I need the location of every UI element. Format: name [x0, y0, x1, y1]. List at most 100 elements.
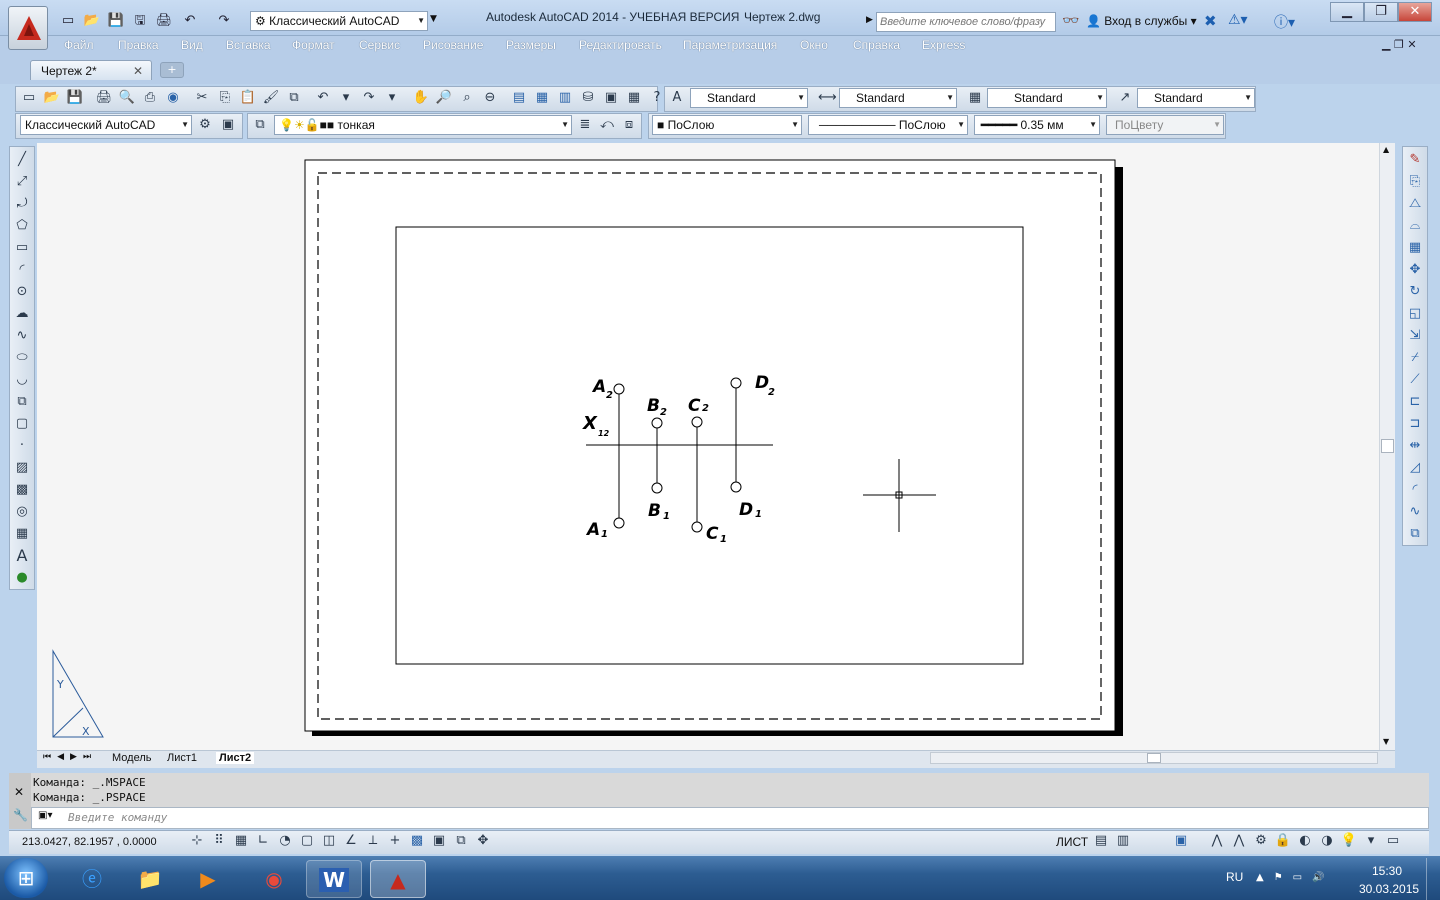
quick-properties-icon[interactable]: ⧉	[452, 832, 470, 850]
menu-help[interactable]: Справка	[853, 38, 900, 52]
minimize-button[interactable]: ▁	[1330, 2, 1364, 22]
offset-icon[interactable]: ⌓	[1406, 217, 1424, 235]
scroll-down-icon[interactable]: ▼	[1383, 737, 1389, 746]
chrome-icon[interactable]: ◉	[246, 860, 302, 898]
quick-view-drawings-icon[interactable]: ▥	[1114, 832, 1132, 850]
ie-icon[interactable]: ⓔ	[64, 860, 120, 898]
tray-icons[interactable]: ▲⚑▭🔊	[1256, 872, 1335, 883]
menu-view[interactable]: Вид	[181, 38, 203, 52]
zoom-realtime-icon[interactable]: 🔎	[435, 89, 453, 107]
isolate-objects-icon[interactable]: ◑	[1318, 832, 1336, 850]
3d-object-snap-icon[interactable]: ◫	[320, 832, 338, 850]
object-snap-tracking-icon[interactable]: ∠	[342, 832, 360, 850]
binoculars-icon[interactable]: 👓	[1062, 13, 1079, 29]
scale-icon[interactable]: ◱	[1406, 305, 1424, 323]
clock-date[interactable]: 30.03.2015	[1359, 882, 1419, 896]
status-menu-icon[interactable]: ▾	[1362, 832, 1380, 850]
linetype-combo[interactable]: ───────── ПоСлою ▼	[808, 115, 968, 135]
color-combo[interactable]: ■ ПоСлою ▼	[652, 115, 802, 135]
open-icon[interactable]: 📂	[43, 89, 61, 107]
clock-time[interactable]: 15:30	[1372, 864, 1402, 878]
ellipse-icon[interactable]: ⬭	[13, 349, 31, 367]
redo-icon[interactable]: ↷	[360, 89, 378, 107]
rectangle-icon[interactable]: ▭	[13, 239, 31, 257]
annotation-visibility-icon[interactable]: ⋀	[1230, 832, 1248, 850]
help-icon[interactable]: ⓘ▾	[1274, 12, 1295, 32]
polygon-icon[interactable]: ⬠	[13, 217, 31, 235]
region-icon[interactable]: ◎	[13, 503, 31, 521]
sheet-set-icon[interactable]: ⛁	[579, 89, 597, 107]
search-expand-icon[interactable]: ▶	[866, 15, 873, 25]
plot-icon[interactable]: 🖨	[95, 89, 113, 107]
layer-manager-icon[interactable]: ⧉	[251, 116, 269, 134]
plot-icon[interactable]: 🖨	[154, 12, 174, 30]
zoom-previous-icon[interactable]: ⊖	[481, 89, 499, 107]
join-icon[interactable]: ⇹	[1406, 437, 1424, 455]
break-icon[interactable]: ⊐	[1406, 415, 1424, 433]
zoom-window-icon[interactable]: ⌕	[458, 89, 476, 107]
explode-icon[interactable]: ⧉	[1406, 525, 1424, 543]
maximize-button[interactable]: ❐	[1364, 2, 1398, 22]
tab-sheet1[interactable]: Лист1	[167, 752, 197, 764]
grid-icon[interactable]: ▦	[232, 832, 250, 850]
menu-express[interactable]: Express	[922, 38, 965, 52]
exchange-icon[interactable]: ✖	[1204, 12, 1217, 30]
dim-style-combo[interactable]: Standard ▼	[839, 88, 957, 108]
search-input[interactable]: Введите ключевое слово/фразу	[876, 12, 1056, 32]
save-icon[interactable]: 💾	[66, 89, 84, 107]
construction-line-icon[interactable]: ⤢	[13, 173, 31, 191]
ellipse-arc-icon[interactable]: ◡	[13, 371, 31, 389]
object-snap-icon[interactable]: ▢	[298, 832, 316, 850]
qat-dropdown-icon[interactable]: ▼	[430, 14, 437, 24]
fillet-icon[interactable]: ◜	[1406, 481, 1424, 499]
infer-constraints-icon[interactable]: ⊹	[188, 832, 206, 850]
redo-icon[interactable]: ↷	[214, 12, 234, 30]
menu-modify[interactable]: Редактировать	[579, 38, 662, 52]
file-tab[interactable]: Чертеж 2* ✕	[30, 60, 152, 80]
menu-parametric[interactable]: Параметризация	[683, 38, 777, 52]
open-icon[interactable]: 📂	[82, 12, 102, 30]
workspace-settings-icon[interactable]: ⚙	[196, 116, 214, 134]
menu-edit[interactable]: Правка	[118, 38, 159, 52]
toolbar-lock-icon[interactable]: 🔒	[1274, 832, 1292, 850]
tool-palettes-icon[interactable]: ▥	[556, 89, 574, 107]
scroll-thumb[interactable]	[1381, 439, 1394, 453]
hatch-icon[interactable]: ▨	[13, 459, 31, 477]
language-indicator[interactable]: RU	[1226, 870, 1243, 884]
paste-icon[interactable]: 📋	[239, 89, 257, 107]
3d-dwf-icon[interactable]: ◉	[164, 89, 182, 107]
close-button[interactable]: ✕	[1398, 2, 1432, 22]
workspace-switching-icon[interactable]: ⚙	[1252, 832, 1270, 850]
stay-connected-icon[interactable]: ⚠▾	[1228, 12, 1248, 28]
menu-draw[interactable]: Рисование	[423, 38, 483, 52]
lineweight-icon[interactable]: ▩	[408, 832, 426, 850]
word-icon[interactable]: W	[306, 860, 362, 898]
dynamic-input-icon[interactable]: +	[386, 832, 404, 850]
make-current-layer-icon[interactable]: ≣	[576, 116, 594, 134]
qnew-icon[interactable]: ▭	[20, 89, 38, 107]
table-icon[interactable]: ▦	[13, 525, 31, 543]
start-button[interactable]: ⊞	[4, 858, 48, 898]
layer-combo[interactable]: 💡☀🔓■■ тонкая ▼	[274, 115, 572, 135]
plotstyle-combo[interactable]: ПоЦвету ▼	[1106, 115, 1224, 135]
break-at-point-icon[interactable]: ⊏	[1406, 393, 1424, 411]
menu-dimension[interactable]: Размеры	[506, 38, 556, 52]
text-style-combo[interactable]: Standard ▼	[690, 88, 808, 108]
stretch-icon[interactable]: ⇲	[1406, 327, 1424, 345]
close-cmd-icon[interactable]: ✕	[14, 785, 24, 799]
workspace-switch-combo[interactable]: ⚙ Классический AutoCAD ▼	[250, 11, 428, 31]
point-icon[interactable]: ·	[13, 437, 31, 455]
polar-tracking-icon[interactable]: ◔	[276, 832, 294, 850]
layer-previous-icon[interactable]: ⤺	[598, 116, 616, 134]
redo-dropdown-icon[interactable]: ▾	[383, 89, 401, 107]
save-as-icon[interactable]: 🖫	[130, 12, 150, 30]
undo-icon[interactable]: ↶	[314, 89, 332, 107]
erase-icon[interactable]: ✎	[1406, 151, 1424, 169]
space-toggle[interactable]: ЛИСТ	[1056, 835, 1088, 849]
polyline-icon[interactable]: ⤾	[13, 195, 31, 213]
markup-icon[interactable]: ▣	[602, 89, 620, 107]
new-tab-button[interactable]: +	[160, 62, 184, 78]
move-icon[interactable]: ✥	[1406, 261, 1424, 279]
blend-curves-icon[interactable]: ∿	[1406, 503, 1424, 521]
publish-icon[interactable]: ⎙	[141, 89, 159, 107]
